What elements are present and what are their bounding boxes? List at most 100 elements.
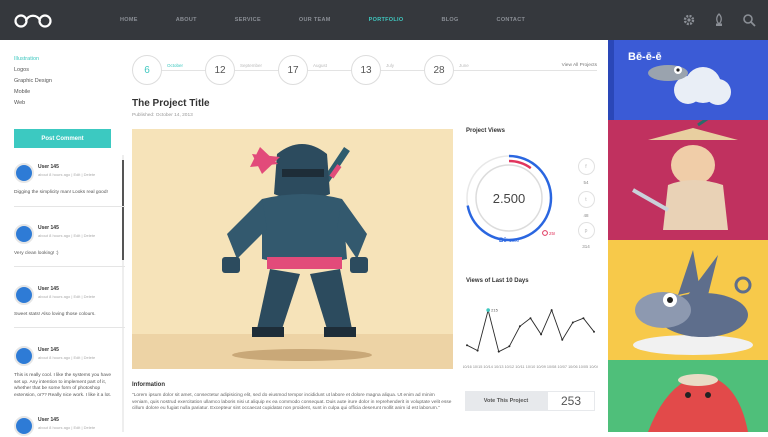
avatar — [14, 163, 34, 183]
social-pinterest: p 314 — [577, 222, 595, 249]
data-point[interactable] — [529, 317, 532, 320]
vote-project-button[interactable]: Vote This Project — [465, 391, 547, 411]
nav-item-home[interactable]: HOME — [120, 17, 138, 23]
comments-scrollbar-thumb[interactable] — [122, 160, 124, 260]
timeline-day[interactable]: 6 — [132, 55, 162, 85]
dribbble-value: 250 — [549, 231, 555, 236]
social-count: 48 — [583, 213, 589, 218]
timeline-month: August — [313, 63, 328, 68]
divider — [14, 266, 125, 267]
portfolio-thumb-dragon[interactable] — [608, 360, 768, 432]
header-icons — [682, 13, 756, 27]
timeline-day[interactable]: 12 — [205, 55, 235, 85]
information-text: "Lorem ipsum dolor sit amet, consectetur… — [132, 393, 452, 411]
x-tick-label: 10/15 — [473, 365, 483, 369]
twitter-icon[interactable]: t — [577, 191, 595, 208]
nav-item-portfolio[interactable]: PORTFOLIO — [369, 17, 404, 23]
data-point[interactable] — [466, 344, 468, 347]
data-point[interactable] — [571, 321, 574, 324]
timeline-month: July — [386, 63, 395, 68]
avatar — [14, 285, 34, 305]
timeline-month: October — [167, 63, 184, 68]
project-views-heading: Project Views — [466, 128, 505, 134]
view-all-projects-link[interactable]: View All Projects — [562, 63, 597, 68]
data-point[interactable] — [497, 350, 500, 353]
x-tick-label: 10/07 — [557, 365, 567, 369]
facebook-icon[interactable]: f — [577, 158, 595, 175]
x-tick-label: 10/12 — [505, 365, 515, 369]
category-illustration[interactable]: Illustration — [14, 56, 39, 62]
comment-meta[interactable]: about 8 hours ago | Edit | Delete — [38, 233, 95, 238]
behance-label: Bē — [499, 238, 507, 244]
x-tick-label: 10/14 — [483, 365, 493, 369]
pinterest-icon[interactable]: p — [577, 222, 595, 239]
nav-item-service[interactable]: SERVICE — [235, 17, 261, 23]
behance-value: 1800 — [509, 238, 520, 243]
peak-annotation: 215 — [491, 308, 498, 313]
avatar — [14, 346, 34, 366]
category-logos[interactable]: Logos — [14, 67, 29, 73]
portfolio-thumb-donkey[interactable] — [608, 240, 768, 360]
comment-user[interactable]: User 145 — [38, 347, 59, 353]
data-point[interactable] — [540, 333, 543, 336]
comment-meta[interactable]: about 8 hours ago | Edit | Delete — [38, 355, 95, 360]
timeline-day[interactable]: 13 — [351, 55, 381, 85]
social-twitter: t 48 — [577, 191, 595, 218]
timeline-month: June — [459, 63, 469, 68]
x-tick-label: 10/10 — [526, 365, 536, 369]
comment-text: Very clean looking! :) — [14, 251, 59, 256]
information-heading: Information — [132, 382, 165, 388]
comment-text: Sweet stats! Also loving those colours. — [14, 312, 96, 317]
nav-item-about[interactable]: ABOUT — [176, 17, 197, 23]
comment-user[interactable]: User 145 — [38, 225, 59, 231]
post-comment-button[interactable]: Post Comment — [14, 129, 111, 148]
social-count: 314 — [582, 244, 590, 249]
nav-item-contact[interactable]: CONTACT — [497, 17, 526, 23]
data-point[interactable] — [593, 330, 595, 333]
x-tick-label: 10/05 — [579, 365, 589, 369]
comment-meta[interactable]: about 8 hours ago | Edit | Delete — [38, 294, 95, 299]
comment-meta[interactable]: about 8 hours ago | Edit | Delete — [38, 172, 95, 177]
nav-item-blog[interactable]: BLOG — [441, 17, 458, 23]
project-artwork[interactable] — [132, 129, 453, 369]
x-tick-label: 10/09 — [536, 365, 546, 369]
data-point[interactable] — [518, 325, 521, 328]
data-point[interactable] — [550, 309, 553, 312]
data-point[interactable] — [561, 338, 564, 341]
vote-count: 253 — [547, 391, 595, 411]
gear-icon[interactable] — [682, 13, 696, 27]
portfolio-thumb-samurai[interactable] — [608, 113, 768, 240]
timeline-day[interactable]: 28 — [424, 55, 454, 85]
category-graphic-design[interactable]: Graphic Design — [14, 78, 52, 84]
nav-item-our-team[interactable]: OUR TEAM — [299, 17, 331, 23]
x-tick-label: 10/16 — [463, 365, 472, 369]
data-point[interactable] — [476, 349, 479, 352]
dribbble-icon — [542, 230, 548, 236]
timeline-month: September — [240, 63, 263, 68]
project-timeline: 6 October 12 September 17 August 13 July… — [132, 55, 597, 85]
data-point[interactable] — [582, 317, 585, 320]
project-title: The Project Title — [132, 98, 210, 109]
avatar — [14, 224, 34, 244]
portfolio-thumb-sheep[interactable]: Bē-ē-ē — [608, 40, 768, 120]
search-icon[interactable] — [742, 13, 756, 27]
comment-meta[interactable]: about 8 hours ago | Edit | Delete — [38, 425, 95, 430]
logo-icon[interactable] — [14, 12, 52, 28]
social-count: 54 — [583, 180, 589, 185]
timeline-day[interactable]: 17 — [278, 55, 308, 85]
data-point[interactable] — [486, 308, 490, 312]
category-web[interactable]: Web — [14, 100, 25, 106]
x-tick-label: 10/06 — [568, 365, 578, 369]
comment-user[interactable]: User 145 — [38, 417, 59, 423]
x-tick-label: 10/11 — [515, 365, 524, 369]
views-last-10-days-heading: Views of Last 10 Days — [466, 278, 529, 284]
comment-user[interactable]: User 145 — [38, 164, 59, 170]
comment-user[interactable]: User 145 — [38, 286, 59, 292]
main-nav: HOME ABOUT SERVICE OUR TEAM PORTFOLIO BLOG CON… — [120, 0, 563, 40]
lock-icon[interactable] — [712, 13, 726, 27]
category-mobile[interactable]: Mobile — [14, 89, 30, 95]
data-point[interactable] — [508, 345, 511, 348]
views-total: 2.500 — [493, 191, 526, 206]
views-line-chart: 10/16 10/15 10/14 10/13 10/12 10/11 10/10 10/09… — [463, 308, 598, 369]
social-facebook: f 54 — [577, 158, 595, 185]
